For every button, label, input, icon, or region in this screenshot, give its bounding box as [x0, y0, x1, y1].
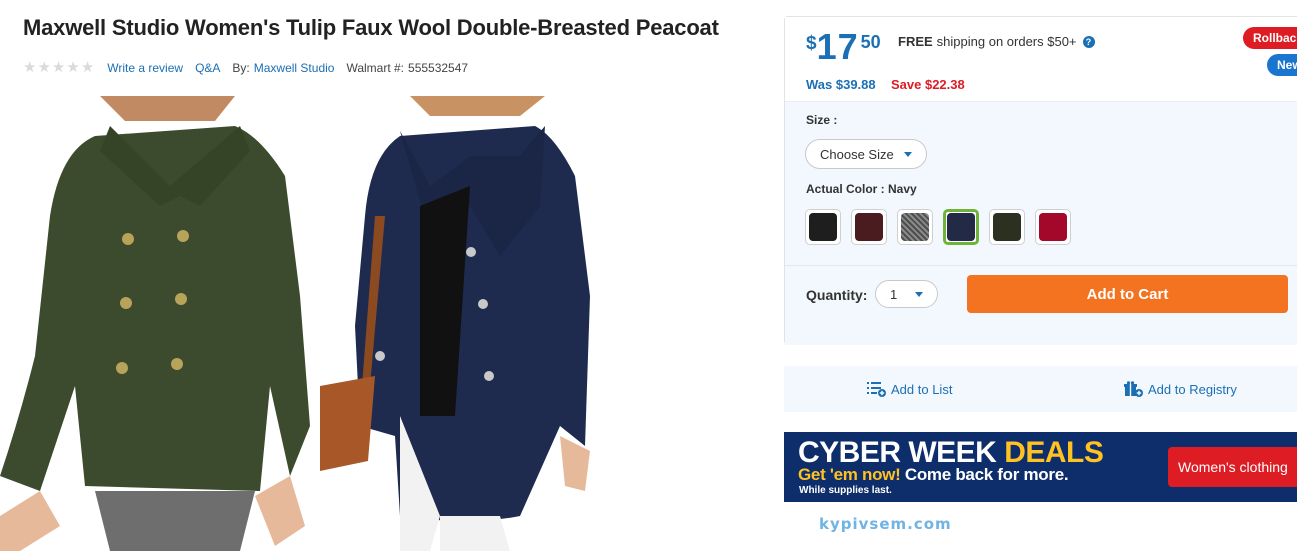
- navy-coat-model: [320, 96, 590, 551]
- color-swatch-black[interactable]: [805, 209, 841, 245]
- watermark: kypivsem.com: [819, 515, 952, 533]
- quantity-section: Quantity: 1 Add to Cart: [785, 265, 1297, 345]
- womens-clothing-button[interactable]: Women's clothing: [1168, 447, 1297, 487]
- star-icon: ★: [23, 59, 37, 76]
- shipping-info: FREE shipping on orders $50+ ?: [898, 34, 1095, 49]
- qa-link[interactable]: Q&A: [195, 61, 220, 75]
- product-meta-row: ★ ★ ★ ★ ★ Write a review Q&A By: Maxwell…: [23, 60, 472, 75]
- color-label: Actual Color : Navy: [806, 182, 917, 196]
- add-to-cart-button[interactable]: Add to Cart: [967, 275, 1288, 313]
- variant-options: Size : Choose Size Actual Color : Navy: [785, 102, 1297, 265]
- quantity-value: 1: [890, 286, 898, 302]
- chevron-down-icon: [915, 291, 924, 297]
- by-label: By:: [232, 60, 250, 75]
- list-add-icon: [867, 382, 886, 397]
- brand-link[interactable]: Maxwell Studio: [254, 61, 335, 75]
- swatch-chip: [993, 213, 1021, 241]
- gift-add-icon: [1124, 381, 1143, 397]
- star-icon: ★: [80, 59, 95, 76]
- item-number: 555532547: [408, 60, 469, 75]
- color-swatch-red[interactable]: [1035, 209, 1071, 245]
- color-swatch-olive[interactable]: [989, 209, 1025, 245]
- new-badge: New: [1267, 54, 1297, 76]
- current-price: $ 17 50: [806, 29, 881, 65]
- star-icon: ★: [66, 59, 80, 76]
- add-to-list-label: Add to List: [891, 381, 953, 397]
- quantity-label: Quantity:: [806, 287, 868, 303]
- banner-subline: Get 'em now! Come back for more.: [798, 465, 1069, 485]
- add-to-registry-link[interactable]: Add to Registry: [1124, 381, 1237, 397]
- help-icon[interactable]: ?: [1082, 35, 1095, 48]
- save-amount: Save $22.38: [891, 77, 965, 92]
- shipping-text: shipping on orders $50+: [936, 34, 1077, 49]
- buy-box: $ 17 50 FREE shipping on orders $50+ ? W…: [784, 16, 1297, 345]
- add-to-list-link[interactable]: Add to List: [867, 381, 952, 397]
- size-label: Size :: [806, 113, 838, 127]
- swatch-chip: [809, 213, 837, 241]
- olive-coat-model: [0, 96, 310, 551]
- quantity-select[interactable]: 1: [875, 280, 938, 308]
- was-price: Was $39.88: [806, 77, 876, 92]
- size-select[interactable]: Choose Size: [805, 139, 927, 169]
- price-section: $ 17 50 FREE shipping on orders $50+ ? W…: [785, 17, 1297, 102]
- swatch-chip: [855, 213, 883, 241]
- rating-stars[interactable]: ★ ★ ★ ★ ★: [23, 60, 94, 75]
- color-swatches: [805, 209, 1071, 245]
- color-swatch-gray-tweed[interactable]: [897, 209, 933, 245]
- rollback-badge: Rollback: [1243, 27, 1297, 49]
- product-title: Maxwell Studio Women's Tulip Faux Wool D…: [23, 15, 719, 40]
- swatch-chip: [947, 213, 975, 241]
- price-dollars: 17: [816, 26, 859, 67]
- item-number-label: Walmart #:: [346, 60, 405, 75]
- star-icon: ★: [51, 59, 66, 76]
- price-cents: 50: [860, 32, 881, 52]
- add-to-registry-label: Add to Registry: [1148, 381, 1237, 397]
- write-review-link[interactable]: Write a review: [107, 61, 183, 75]
- banner-subline-accent: Get 'em now!: [798, 465, 901, 484]
- swatch-chip: [1039, 213, 1067, 241]
- swatch-chip: [901, 213, 929, 241]
- shipping-free: FREE: [898, 34, 933, 49]
- list-registry-bar: Add to List Add to Registry: [784, 366, 1297, 412]
- size-select-value: Choose Size: [820, 146, 894, 162]
- chevron-down-icon: [903, 151, 912, 157]
- banner-subline-text: Come back for more.: [900, 465, 1069, 484]
- color-swatch-burgundy[interactable]: [851, 209, 887, 245]
- banner-disclaimer: While supplies last.: [799, 485, 892, 496]
- product-image[interactable]: [0, 96, 620, 551]
- price-currency: $: [806, 33, 817, 54]
- color-swatch-navy[interactable]: [943, 209, 979, 245]
- star-icon: ★: [37, 59, 51, 76]
- cyber-week-banner[interactable]: CYBER WEEK DEALS Get 'em now! Come back …: [784, 432, 1297, 502]
